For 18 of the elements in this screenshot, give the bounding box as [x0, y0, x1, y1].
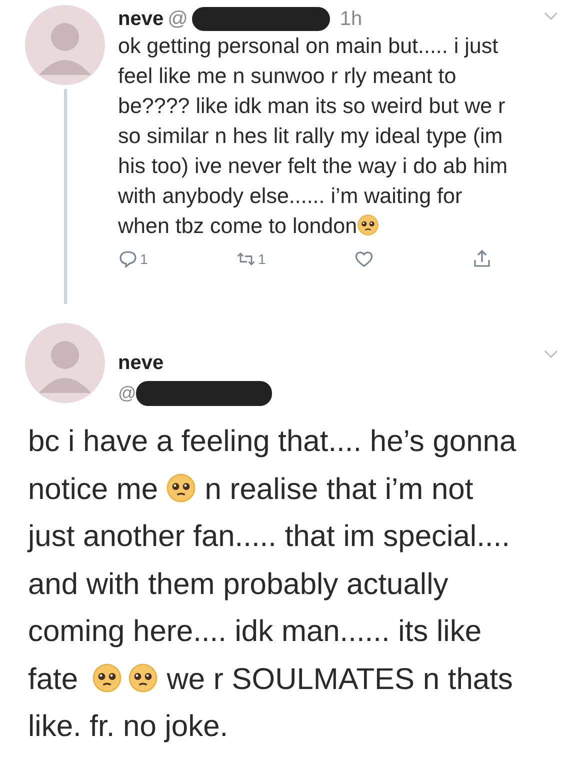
- reply-icon[interactable]: [118, 249, 138, 269]
- tweet-text: bc i have a feeling that.... he’s gonna notice me n realise that i’m not just another fan..... that im special.... and with them probably actually coming here.... idk man...... its like fate we r SOULMATES n thats like. fr. no joke.: [28, 424, 518, 745]
- action-count: 1: [140, 251, 148, 267]
- avatar[interactable]: [25, 323, 105, 403]
- action-count: 1: [258, 251, 266, 267]
- pleading-face-icon: [92, 662, 122, 692]
- pleading-face-icon: [357, 214, 380, 236]
- avatar[interactable]: [25, 5, 105, 85]
- handle-at: @: [118, 383, 136, 404]
- pleading-face-icon: [128, 662, 158, 692]
- user-name[interactable]: neve: [118, 352, 164, 374]
- handle-at: @: [168, 8, 188, 30]
- share-icon[interactable]: [472, 249, 492, 269]
- user-name[interactable]: neve: [118, 8, 164, 30]
- tweet-text: ok getting personal on main but..... i just feel like me n sunwoo r rly meant to be???? like idk man its so weird but we r so similar n hes lit rally my ideal type (im his too) ive never felt the way i do ab him with anybody else...... i’m waiting for when tbz come to london: [118, 33, 509, 240]
- timestamp: 1h: [340, 8, 362, 30]
- pleading-face-icon: [166, 472, 196, 502]
- heart-icon[interactable]: [354, 249, 374, 269]
